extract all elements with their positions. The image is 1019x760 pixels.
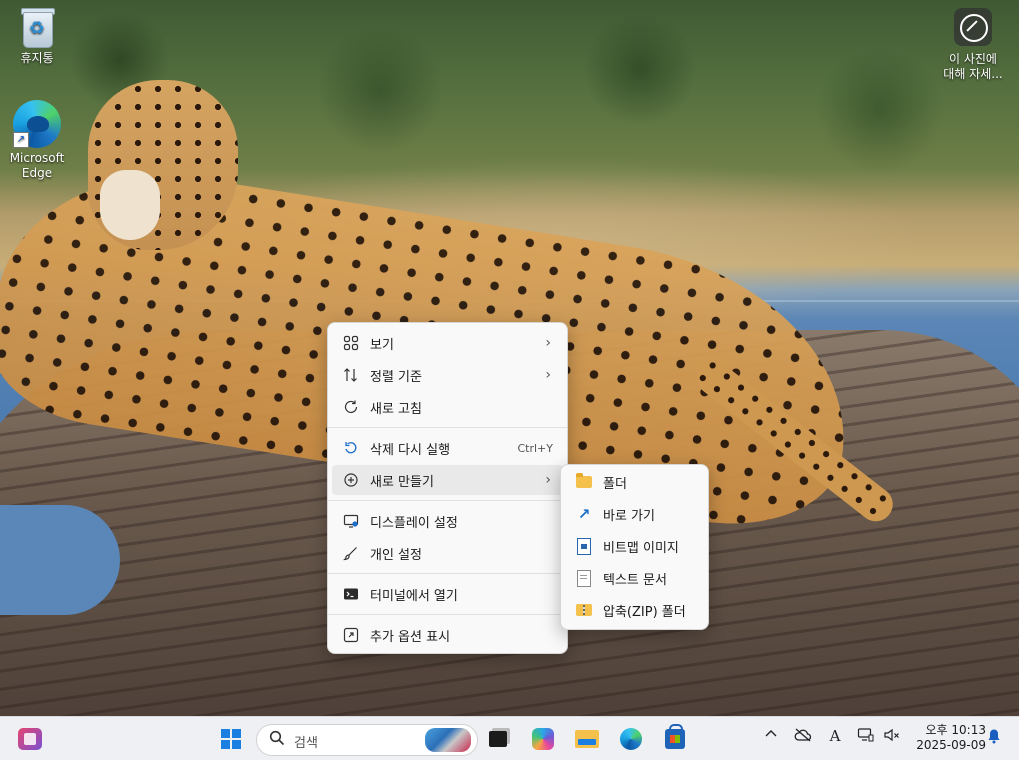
submenu-item-bitmap[interactable]: 비트맵 이미지: [565, 531, 704, 561]
menu-item-label: 삭제 다시 실행: [370, 442, 451, 458]
display-settings-icon: [342, 512, 360, 530]
clock-time: 오후 10:13: [925, 723, 986, 737]
sort-icon: [342, 366, 360, 384]
edge-taskbar-button[interactable]: [615, 723, 647, 755]
search-icon: [269, 730, 285, 750]
shortcut-overlay-icon: ↗: [13, 132, 29, 148]
search-highlight-art: [425, 728, 471, 752]
new-plus-icon: [342, 471, 360, 489]
volume-muted-icon[interactable]: [882, 727, 902, 747]
menu-item-label: 정렬 기준: [370, 369, 422, 385]
menu-item-label: 추가 옵션 표시: [370, 629, 451, 645]
edge-icon: ↗: [13, 100, 61, 148]
store-button[interactable]: [659, 723, 691, 755]
menu-item-redo-delete[interactable]: 삭제 다시 실행 Ctrl+Y: [332, 433, 563, 463]
menu-item-label: 개인 설정: [370, 547, 422, 563]
wallpaper-leopard-muzzle: [100, 170, 160, 240]
menu-item-display-settings[interactable]: 디스플레이 설정: [332, 506, 563, 536]
start-button[interactable]: [215, 723, 247, 755]
menu-item-refresh[interactable]: 새로 고침: [332, 392, 563, 422]
onedrive-offline-icon[interactable]: [793, 727, 813, 747]
store-icon: [665, 724, 685, 749]
submenu-item-label: 압축(ZIP) 폴더: [603, 604, 686, 620]
clock-date: 2025-09-09: [916, 738, 986, 752]
search-placeholder: 검색: [294, 736, 318, 751]
copilot-button[interactable]: [527, 723, 559, 755]
menu-item-label: 새로 고침: [370, 401, 422, 417]
submenu-item-text-document[interactable]: 텍스트 문서: [565, 563, 704, 593]
recycle-bin-icon: ♻: [19, 6, 55, 48]
desktop-icon-edge[interactable]: ↗ Microsoft Edge: [0, 100, 74, 181]
menu-item-more-options[interactable]: 추가 옵션 표시: [332, 620, 563, 650]
spotlight-icon: [954, 8, 992, 46]
menu-item-label: 새로 만들기: [370, 474, 434, 490]
desktop-context-menu: 보기 › 정렬 기준 › 새로 고침 삭제 다시 실행 Ctrl+Y 새로 만들…: [327, 322, 568, 654]
menu-item-label: 디스플레이 설정: [370, 515, 458, 531]
menu-item-label: 터미널에서 열기: [370, 588, 458, 604]
submenu-item-label: 바로 가기: [603, 508, 655, 524]
menu-separator: [328, 573, 567, 574]
redo-delete-icon: [342, 439, 360, 457]
menu-item-shortcut: Ctrl+Y: [517, 441, 553, 455]
menu-separator: [328, 614, 567, 615]
submenu-item-label: 폴더: [603, 476, 627, 492]
edge-icon: [620, 728, 642, 750]
desktop-icon-label-line1: Microsoft: [9, 151, 65, 165]
text-document-icon: [575, 569, 593, 587]
submenu-item-zip-folder[interactable]: 압축(ZIP) 폴더: [565, 595, 704, 625]
widgets-button[interactable]: [14, 723, 46, 755]
file-explorer-icon: [575, 730, 599, 748]
submenu-item-folder[interactable]: 폴더: [565, 467, 704, 497]
network-display-icon[interactable]: [856, 727, 876, 747]
menu-separator: [328, 500, 567, 501]
menu-item-sort-by[interactable]: 정렬 기준 ›: [332, 360, 563, 390]
desktop-icon-label-line1: 이 사진에: [949, 52, 997, 66]
taskbar: 검색 A 오후 10:13 2025-09-09: [0, 716, 1019, 760]
menu-item-new[interactable]: 새로 만들기 ›: [332, 465, 563, 495]
folder-icon: [575, 473, 593, 491]
view-grid-icon: [342, 334, 360, 352]
menu-item-open-terminal[interactable]: 터미널에서 열기: [332, 579, 563, 609]
file-explorer-button[interactable]: [571, 723, 603, 755]
zip-folder-icon: [575, 601, 593, 619]
terminal-icon: [342, 585, 360, 603]
menu-item-label: 보기: [370, 337, 394, 353]
submenu-item-shortcut[interactable]: ↗ 바로 가기: [565, 499, 704, 529]
more-options-icon: [342, 626, 360, 644]
chevron-right-icon: ›: [545, 335, 551, 351]
wallpaper-log-gap: [0, 505, 120, 615]
bitmap-file-icon: [575, 537, 593, 555]
chevron-right-icon: ›: [545, 367, 551, 383]
show-hidden-icons-chevron-up-icon[interactable]: [761, 727, 781, 745]
task-view-button[interactable]: [482, 723, 514, 755]
new-submenu: 폴더 ↗ 바로 가기 비트맵 이미지 텍스트 문서 압축(ZIP) 폴더: [560, 464, 709, 630]
widgets-icon: [18, 728, 42, 750]
desktop-icon-recycle-bin[interactable]: ♻ 휴지통: [0, 6, 74, 66]
personalize-brush-icon: [342, 544, 360, 562]
notification-bell-icon[interactable]: [987, 728, 1001, 748]
menu-item-view[interactable]: 보기 ›: [332, 328, 563, 358]
copilot-icon: [532, 728, 554, 750]
windows-logo-icon: [221, 729, 241, 749]
desktop-icon-spotlight[interactable]: 이 사진에 대해 자세...: [936, 8, 1010, 82]
desktop-icon-label-line2: Edge: [21, 166, 53, 180]
input-indicator[interactable]: A: [825, 727, 845, 745]
task-view-icon: [489, 731, 507, 747]
desktop-icon-label-line2: 대해 자세...: [943, 67, 1003, 81]
submenu-item-label: 텍스트 문서: [603, 572, 667, 588]
submenu-item-label: 비트맵 이미지: [603, 540, 679, 556]
chevron-right-icon: ›: [545, 472, 551, 488]
desktop-icon-label: 휴지통: [20, 51, 54, 65]
menu-separator: [328, 427, 567, 428]
taskbar-search-box[interactable]: 검색: [256, 724, 478, 756]
refresh-icon: [342, 398, 360, 416]
system-clock[interactable]: 오후 10:13 2025-09-09: [906, 723, 986, 753]
menu-item-personalize[interactable]: 개인 설정: [332, 538, 563, 568]
shortcut-arrow-icon: ↗: [577, 505, 591, 523]
